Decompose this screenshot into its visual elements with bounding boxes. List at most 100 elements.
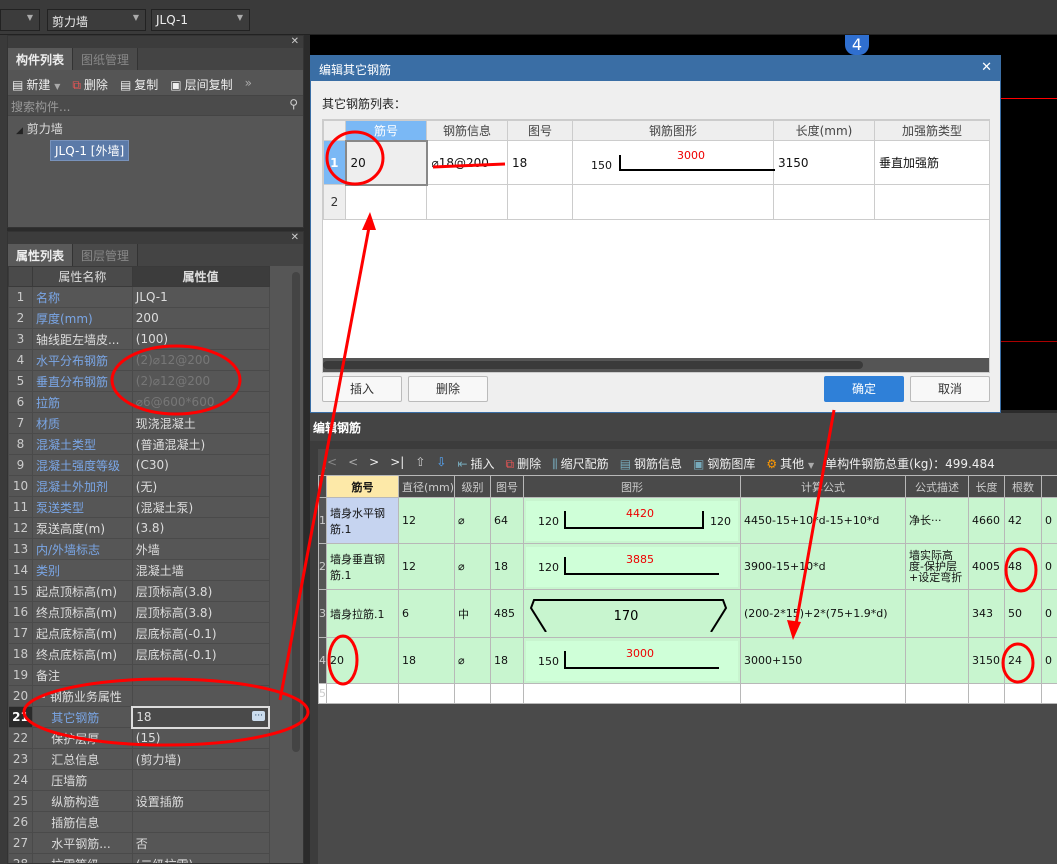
property-row[interactable]: 26 插筋信息 (8, 811, 270, 833)
property-value[interactable]: (剪力墙) (131, 748, 270, 770)
property-row[interactable]: 23 汇总信息 (剪力墙) (8, 748, 270, 770)
property-row[interactable]: 7 材质 现浇混凝土 (8, 412, 270, 434)
property-row[interactable]: 12 泵送高度(m) (3.8) (8, 517, 270, 539)
other-button[interactable]: ⚙ 其他 ▼ (766, 455, 814, 471)
bar-no-cell[interactable]: 墙身拉筋.1 (326, 589, 399, 638)
property-row[interactable]: 24 压墙筋 (8, 769, 270, 791)
insert-button[interactable]: 插入 (322, 376, 402, 402)
property-scrollbar[interactable] (292, 272, 300, 752)
table-row[interactable]: 3 墙身拉筋.1 6 中 485 170 (200-2*15)+2*(75+1.9*d) 34… (318, 589, 1057, 638)
search-input[interactable]: 搜索构件... ⚲ (8, 96, 303, 116)
tab-layer-management[interactable]: 图层管理 (73, 244, 139, 266)
prev-button[interactable]: < (348, 455, 358, 469)
table-row[interactable]: 1 20 ⌀18@200 18 150 3000 3150 垂直加强筋 (323, 139, 990, 186)
property-value[interactable]: (2)⌀12@200 (131, 349, 270, 371)
grade-cell[interactable]: ⌀ (454, 543, 491, 590)
floor-copy-button[interactable]: ▣ 层间复制 (170, 76, 232, 92)
description-cell[interactable]: 墙实际高度-保护层+设定弯折 (905, 543, 969, 590)
property-row[interactable]: 20− 钢筋业务属性 (8, 685, 270, 707)
count-cell[interactable] (1004, 683, 1042, 704)
length-cell[interactable] (968, 683, 1005, 704)
formula-cell[interactable]: 4450-15+10*d-15+10*d (740, 497, 906, 544)
shape-cell[interactable] (523, 683, 741, 704)
move-up-icon[interactable]: ⇧ (415, 455, 425, 469)
property-value[interactable]: 层底标高(-0.1) (131, 622, 270, 644)
formula-cell[interactable] (740, 683, 906, 704)
shape-cell[interactable]: 120 3885 (523, 543, 741, 590)
property-value[interactable] (131, 664, 270, 686)
formula-cell[interactable]: (200-2*15)+2*(75+1.9*d) (740, 589, 906, 638)
count-cell[interactable]: 42 (1004, 497, 1042, 544)
property-value[interactable]: 混凝土墙 (131, 559, 270, 581)
tab-property-list[interactable]: 属性列表 (8, 244, 74, 266)
extra-cell[interactable]: 0 (1041, 543, 1057, 590)
first-button[interactable]: |< (323, 455, 337, 469)
horizontal-scrollbar[interactable] (323, 358, 989, 372)
figure-no-cell[interactable]: 485 (490, 589, 524, 638)
property-value[interactable]: JLQ-1 (131, 286, 270, 308)
property-row[interactable]: 27 水平钢筋... 否 (8, 832, 270, 854)
property-row[interactable]: 18 终点底标高(m) 层底标高(-0.1) (8, 643, 270, 665)
property-row[interactable]: 3 轴线距左墙皮... (100) (8, 328, 270, 350)
property-row[interactable]: 13 内/外墙标志 外墙 (8, 538, 270, 560)
tab-drawing-management[interactable]: 图纸管理 (73, 48, 139, 70)
property-row[interactable]: 9 混凝土强度等级 (C30) (8, 454, 270, 476)
formula-cell[interactable]: 3000+150 (740, 637, 906, 684)
length-cell[interactable]: 343 (968, 589, 1005, 638)
component-dropdown[interactable]: JLQ-1 ▼ (151, 9, 250, 31)
property-value[interactable]: (无) (131, 475, 270, 497)
table-row[interactable]: 4 20 18 ⌀ 18 150 3000 3000+150 3150 24 0 (318, 637, 1057, 684)
property-row[interactable]: 25 纵筋构造 设置插筋 (8, 790, 270, 812)
property-value[interactable]: 层顶标高(3.8) (131, 580, 270, 602)
property-row[interactable]: 15 起点顶标高(m) 层顶标高(3.8) (8, 580, 270, 602)
figure-no-cell[interactable]: 18 (490, 637, 524, 684)
figure-no-cell[interactable]: 18 (507, 140, 573, 185)
table-row[interactable]: 1 墙身水平钢筋.1 12 ⌀ 64 120 4420 120 4450-15+10*d-15+… (318, 497, 1057, 544)
rebar-info-button[interactable]: ▤ 钢筋信息 (620, 455, 682, 471)
tab-component-list[interactable]: 构件列表 (8, 48, 74, 70)
description-cell[interactable] (905, 637, 969, 684)
property-value[interactable]: 否 (131, 832, 270, 854)
description-cell[interactable] (905, 683, 969, 704)
bar-no-cell[interactable]: 20 (344, 139, 428, 186)
property-value[interactable]: (混凝土泵) (131, 496, 270, 518)
grade-cell[interactable] (454, 683, 491, 704)
cancel-button[interactable]: 取消 (910, 376, 990, 402)
property-value[interactable]: 现浇混凝土 (131, 412, 270, 434)
delete-button[interactable]: 删除 (408, 376, 488, 402)
property-value[interactable] (131, 685, 270, 707)
copy-button[interactable]: ▤ 复制 (120, 76, 158, 92)
bar-no-cell[interactable]: 墙身垂直钢筋.1 (326, 543, 399, 590)
close-icon[interactable]: ✕ (8, 232, 303, 244)
formula-cell[interactable]: 3900-15+10*d (740, 543, 906, 590)
property-row[interactable]: 14 类别 混凝土墙 (8, 559, 270, 581)
category-dropdown[interactable]: 剪力墙 ▼ (47, 9, 146, 31)
diameter-cell[interactable]: 18 (398, 637, 455, 684)
length-cell[interactable]: 3150 (773, 140, 875, 185)
tree-item-jlq-1[interactable]: JLQ-1 [外墙] (50, 140, 130, 161)
property-row[interactable]: 8 混凝土类型 (普通混凝土) (8, 433, 270, 455)
property-value[interactable]: 200 (131, 307, 270, 329)
ok-button[interactable]: 确定 (824, 376, 904, 402)
table-row[interactable]: 2 (323, 184, 990, 220)
figure-no-cell[interactable]: 64 (490, 497, 524, 544)
description-cell[interactable]: 净长··· (905, 497, 969, 544)
property-row[interactable]: 6 拉筋 ⌀6@600*600 (8, 391, 270, 413)
diameter-cell[interactable]: 6 (398, 589, 455, 638)
length-cell[interactable]: 4005 (968, 543, 1005, 590)
bar-no-cell[interactable]: 20 (326, 637, 399, 684)
rebar-info-cell[interactable]: ⌀18@200 (426, 140, 508, 185)
property-value[interactable]: (3.8) (131, 517, 270, 539)
rebar-library-button[interactable]: ▣ 钢筋图库 (693, 455, 755, 471)
property-row[interactable]: 28 抗震等级(二级抗震) (8, 853, 270, 863)
close-icon[interactable]: ✕ (8, 36, 303, 48)
property-value[interactable]: ⌀6@600*600 (131, 391, 270, 413)
more-icon[interactable]: » (245, 76, 252, 90)
property-row[interactable]: 21 其它钢筋 18 ··· (8, 705, 270, 729)
property-value[interactable]: 设置插筋 (131, 790, 270, 812)
grade-cell[interactable]: ⌀ (454, 637, 491, 684)
insert-button[interactable]: ⇤ 插入 (457, 455, 494, 471)
shape-cell[interactable]: 150 3000 (523, 637, 741, 684)
property-value[interactable]: 18 ··· (131, 705, 270, 729)
table-row[interactable]: 5 (318, 683, 1057, 704)
